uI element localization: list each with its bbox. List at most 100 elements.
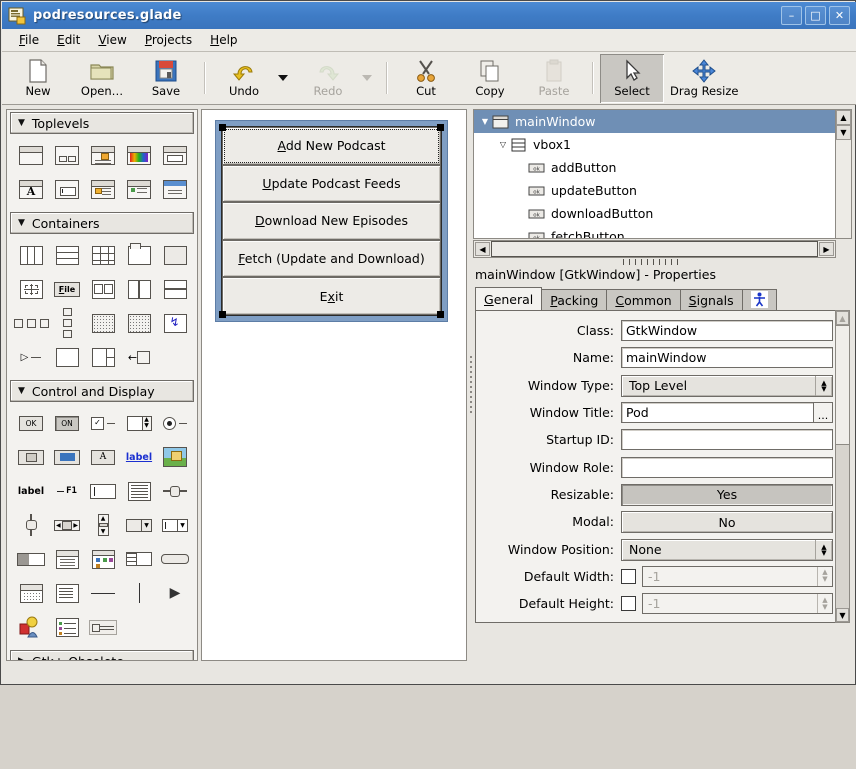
toggle-resizable[interactable]: Yes — [621, 484, 833, 506]
tree-node-mainWindow[interactable]: ▼mainWindow — [474, 110, 851, 133]
link-button-icon[interactable]: label — [121, 440, 157, 474]
tab-common[interactable]: Common — [606, 289, 680, 311]
spin-button-icon[interactable]: ▲▼ — [121, 406, 157, 440]
button-ok-icon[interactable]: OK — [13, 406, 49, 440]
input-window-title[interactable]: Pod — [621, 402, 833, 423]
layout-icon[interactable] — [85, 340, 121, 374]
properties-scroll-thumb[interactable] — [836, 325, 849, 445]
frame-icon[interactable] — [157, 238, 193, 272]
list-pane-icon[interactable] — [121, 542, 157, 576]
hscale-icon[interactable] — [157, 474, 193, 508]
checkbox-default-width[interactable] — [621, 569, 636, 584]
spinbox-arrows-icon[interactable]: ▲▼ — [817, 594, 832, 613]
properties-vertical-scrollbar[interactable]: ▲ ▼ — [835, 310, 850, 623]
toolbar-dropdown-arrow-undo[interactable] — [278, 75, 288, 81]
toolbar-button-drag-resize[interactable]: Drag Resize — [664, 54, 744, 103]
toolbar-button-save[interactable]: Save — [134, 54, 198, 103]
tree-node-addButton[interactable]: okaddButton — [474, 156, 851, 179]
resize-handle-bl[interactable] — [219, 311, 226, 318]
calendar-icon[interactable] — [13, 576, 49, 610]
label-icon[interactable]: label — [13, 474, 49, 508]
accel-label-icon[interactable]: F1 — [49, 474, 85, 508]
combo-window-position[interactable]: None▲▼ — [621, 539, 833, 561]
message-dialog-icon[interactable] — [85, 138, 121, 172]
combo-box-entry-icon[interactable]: ▼ — [157, 508, 193, 542]
color-selection-dialog-icon[interactable] — [121, 138, 157, 172]
properties-scroll-up-button[interactable]: ▲ — [836, 311, 849, 325]
input-class[interactable]: GtkWindow — [621, 320, 833, 341]
properties-scroll-trough[interactable] — [836, 445, 849, 608]
toolbar-button-select[interactable]: Select — [600, 54, 664, 103]
tree-scroll-left-button[interactable]: ◀ — [475, 242, 490, 256]
spinbox-default-height[interactable]: -1▲▼ — [642, 593, 833, 614]
tree-scroll-down-button[interactable]: ▼ — [836, 125, 851, 140]
fixed-icon[interactable] — [49, 340, 85, 374]
tree-node-fetchButton[interactable]: okfetchButton — [474, 225, 851, 239]
assistant-icon[interactable] — [121, 172, 157, 206]
tree-node-updateButton[interactable]: okupdateButton — [474, 179, 851, 202]
font-button-icon[interactable]: A — [85, 440, 121, 474]
vseparator-icon[interactable] — [121, 576, 157, 610]
vpaned-icon[interactable] — [157, 272, 193, 306]
tree-horizontal-scrollbar[interactable]: ◀ ▶ — [473, 240, 836, 258]
tab-packing[interactable]: Packing — [541, 289, 607, 311]
font-selection-dialog-icon[interactable]: A — [13, 172, 49, 206]
menu-list-icon[interactable] — [49, 610, 85, 644]
tree-scroll-right-button[interactable]: ▶ — [819, 242, 834, 256]
dialog-icon[interactable] — [49, 138, 85, 172]
toggle-modal[interactable]: No — [621, 511, 833, 533]
palette-section-toplevels[interactable]: ▼Toplevels — [10, 112, 194, 134]
combo-spin-arrows-icon[interactable]: ▲▼ — [815, 376, 832, 396]
resize-handle-tl[interactable] — [219, 124, 226, 131]
check-button-icon[interactable]: ✓ — [85, 406, 121, 440]
design-button-exit[interactable]: Exit — [222, 277, 441, 315]
tree-scroll-up-button[interactable]: ▲ — [836, 110, 851, 125]
spinbox-arrows-icon[interactable]: ▲▼ — [817, 567, 832, 586]
palette-section-gtk+-obsolete[interactable]: ▶Gtk+ Obsolete — [10, 650, 194, 661]
tree-node-vbox1[interactable]: ▽vbox1 — [474, 133, 851, 156]
toggle-button-on-icon[interactable]: ON — [49, 406, 85, 440]
design-button-fetch-update-and-download[interactable]: Fetch (Update and Download) — [222, 240, 441, 278]
about-dialog-icon[interactable] — [85, 172, 121, 206]
offscreen-window-icon[interactable] — [157, 172, 193, 206]
text-list-icon[interactable] — [49, 576, 85, 610]
widget-tree[interactable]: ▼mainWindow▽vbox1okaddButtonokupdateButt… — [473, 109, 852, 239]
properties-scroll-down-button[interactable]: ▼ — [836, 608, 849, 622]
menu-item-view[interactable]: View — [89, 30, 135, 50]
tab-signals[interactable]: Signals — [680, 289, 743, 311]
toolbar-button-open[interactable]: Open… — [70, 54, 134, 103]
play-arrow-icon[interactable]: ▶ — [157, 576, 193, 610]
minimize-button[interactable]: – — [781, 6, 802, 25]
file-chooser-widget-icon[interactable]: File — [49, 272, 85, 306]
tab-accessibility[interactable] — [742, 289, 777, 311]
menu-item-help[interactable]: Help — [201, 30, 246, 50]
tree-hscroll-thumb[interactable] — [491, 241, 818, 257]
drawing-area-icon[interactable] — [13, 610, 49, 644]
hpaned-icon[interactable] — [121, 272, 157, 306]
input-name[interactable]: mainWindow — [621, 347, 833, 368]
color-button-icon[interactable] — [49, 440, 85, 474]
tree-view-icon[interactable] — [49, 542, 85, 576]
vbox-icon[interactable] — [49, 238, 85, 272]
file-chooser-dialog-icon[interactable] — [157, 138, 193, 172]
tab-general[interactable]: General — [475, 287, 542, 311]
toolbar-button-copy[interactable]: Copy — [458, 54, 522, 103]
expander-toggle-icon[interactable]: ▼ — [478, 117, 492, 126]
notebook-icon[interactable] — [121, 238, 157, 272]
radio-button-icon[interactable] — [157, 406, 193, 440]
status-bar-icon[interactable] — [85, 610, 121, 644]
menu-item-edit[interactable]: Edit — [48, 30, 89, 50]
close-button[interactable]: ✕ — [829, 6, 850, 25]
resize-handle-tr[interactable] — [437, 124, 444, 131]
resize-handle-br[interactable] — [437, 311, 444, 318]
combo-spin-arrows-icon[interactable]: ▲▼ — [815, 540, 832, 560]
input-dialog-icon[interactable] — [49, 172, 85, 206]
image-icon[interactable] — [157, 440, 193, 474]
design-button-add-new-podcast[interactable]: Add New Podcast — [222, 127, 441, 165]
table-icon[interactable] — [85, 238, 121, 272]
tree-vertical-scrollbar[interactable]: ▲ ▼ — [835, 110, 851, 239]
combo-window-type[interactable]: Top Level▲▼ — [621, 375, 833, 397]
hbutton-row-icon[interactable] — [13, 306, 49, 340]
progress-bar-icon[interactable] — [13, 542, 49, 576]
design-button-download-new-episodes[interactable]: Download New Episodes — [222, 202, 441, 240]
